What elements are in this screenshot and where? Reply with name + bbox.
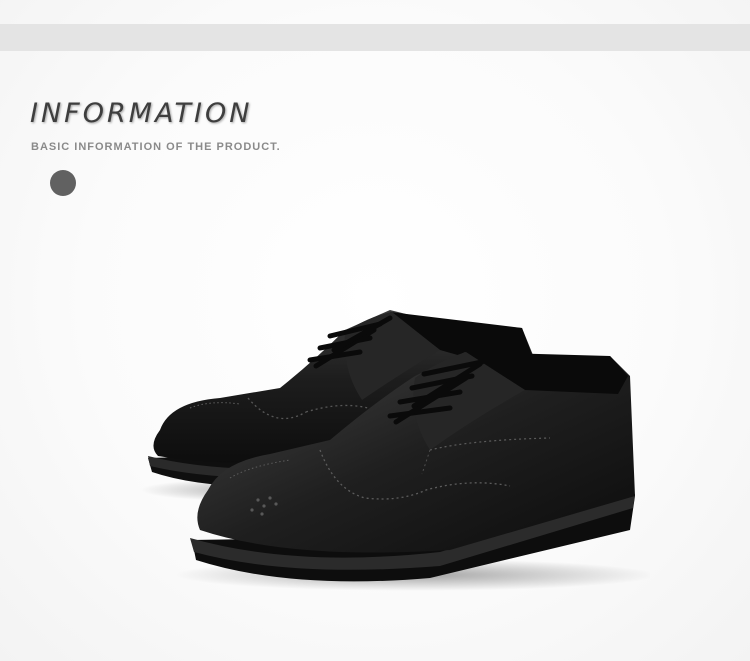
- bullet-dot: [50, 170, 76, 196]
- section-subtitle: BASIC INFORMATION OF THE PRODUCT.: [31, 141, 281, 153]
- product-photo: [140, 310, 650, 591]
- top-banner-strip: [0, 24, 750, 51]
- front-shoe: [190, 352, 635, 582]
- section-title: INFORMATION: [30, 98, 253, 129]
